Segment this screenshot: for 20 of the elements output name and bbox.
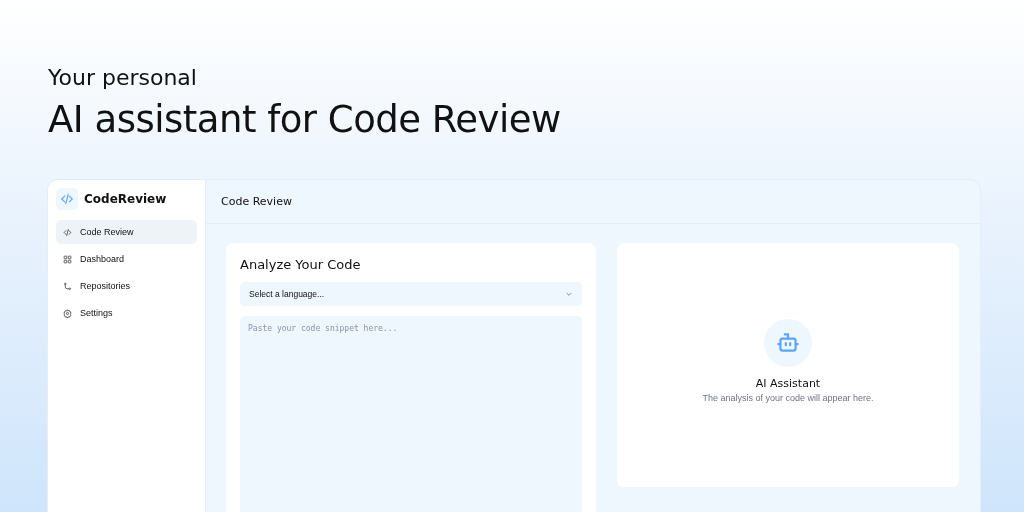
assistant-message: The analysis of your code will appear here. — [702, 393, 874, 403]
card-title: Analyze Your Code — [240, 257, 362, 272]
grid-icon — [63, 254, 72, 264]
sidebar-item[interactable]: Repositories — [56, 274, 197, 298]
code-icon — [56, 188, 78, 210]
page-title: Code Review — [221, 195, 292, 208]
code-input[interactable]: Paste your code snippet here... — [240, 316, 582, 512]
sidebar-item[interactable]: Code Review — [56, 220, 197, 244]
sidebar-item[interactable]: Dashboard — [56, 247, 197, 271]
robot-icon — [764, 319, 812, 367]
assistant-title: AI Assistant — [755, 377, 821, 390]
hero-title: AI assistant for Code Review — [48, 97, 562, 143]
app-name: CodeReview — [84, 192, 167, 206]
settings-icon — [63, 308, 72, 318]
hero-subtitle: Your personal — [48, 64, 198, 92]
language-select[interactable]: Select a language... — [240, 282, 582, 306]
chevron-icon — [565, 290, 573, 298]
sidebar-item[interactable]: Settings — [56, 301, 197, 325]
branch-icon — [63, 281, 72, 291]
code-icon — [63, 227, 72, 237]
